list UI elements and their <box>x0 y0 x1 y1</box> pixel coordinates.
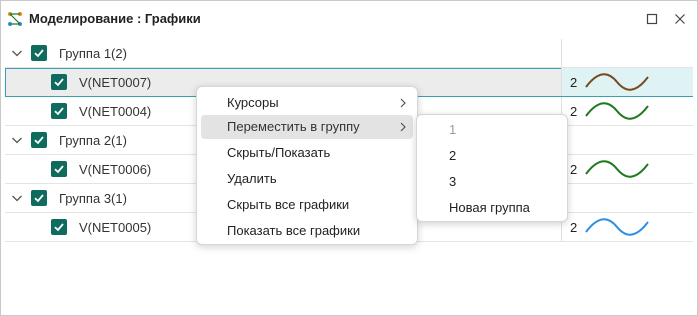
submenu-item-label: 3 <box>449 174 457 189</box>
waveform-line <box>585 218 649 236</box>
waveform-line <box>585 73 649 91</box>
graph-thumbnail[interactable]: 2 <box>562 213 693 241</box>
graph-number: 2 <box>570 104 578 119</box>
menu-item-delete[interactable]: Удалить <box>201 167 413 191</box>
submenu-item-label: 2 <box>449 148 457 163</box>
submenu-item-group-2[interactable]: 2 <box>421 144 563 168</box>
chevron-down-icon[interactable] <box>11 47 23 59</box>
graph-number: 2 <box>570 162 578 177</box>
signal-checkbox[interactable] <box>51 74 67 90</box>
group-label: Группа 3(1) <box>59 191 127 206</box>
submenu-item-group-1: 1 <box>421 118 563 142</box>
column-divider <box>561 39 562 67</box>
menu-item-label: Курсоры <box>227 95 279 110</box>
menu-item-show-all[interactable]: Показать все графики <box>201 219 413 243</box>
signal-label: V(NET0007) <box>79 75 152 90</box>
graph-number: 2 <box>570 220 578 235</box>
chevron-down-icon[interactable] <box>11 134 23 146</box>
group-checkbox[interactable] <box>31 132 47 148</box>
close-icon[interactable] <box>671 10 689 28</box>
menu-item-hide-all[interactable]: Скрыть все графики <box>201 193 413 217</box>
submenu-item-new-group[interactable]: Новая группа <box>421 196 563 220</box>
menu-item-move-to-group[interactable]: Переместить в группу <box>201 115 413 139</box>
submenu-item-group-3[interactable]: 3 <box>421 170 563 194</box>
menu-item-label: Скрыть/Показать <box>227 145 331 160</box>
chevron-right-icon <box>400 122 406 132</box>
signal-label: V(NET0004) <box>79 104 152 119</box>
group-submenu: 1 2 3 Новая группа <box>416 114 568 222</box>
window-title: Моделирование : Графики <box>29 11 201 26</box>
waveform-thumbnail <box>585 160 649 178</box>
menu-item-hide-show[interactable]: Скрыть/Показать <box>201 141 413 165</box>
group-label: Группа 2(1) <box>59 133 127 148</box>
context-menu: Курсоры Переместить в группу Скрыть/Пока… <box>196 86 418 245</box>
waveform-line <box>585 160 649 178</box>
menu-item-label: Удалить <box>227 171 277 186</box>
chevron-down-icon[interactable] <box>11 192 23 204</box>
chevron-right-icon <box>400 98 406 108</box>
signal-label: V(NET0005) <box>79 220 152 235</box>
submenu-item-label: Новая группа <box>449 200 530 215</box>
graph-thumbnail[interactable]: 2 <box>562 97 693 125</box>
menu-item-label: Переместить в группу <box>227 119 360 134</box>
menu-item-label: Скрыть все графики <box>227 197 350 212</box>
signal-checkbox[interactable] <box>51 161 67 177</box>
group-label: Группа 1(2) <box>59 46 127 61</box>
waveform-thumbnail <box>585 73 649 91</box>
maximize-icon[interactable] <box>643 10 661 28</box>
tree-group-row[interactable]: Группа 1(2) <box>5 39 693 68</box>
menu-item-cursors[interactable]: Курсоры <box>201 91 413 115</box>
graph-thumbnail[interactable]: 2 <box>562 68 693 96</box>
submenu-item-label: 1 <box>449 122 457 137</box>
signal-checkbox[interactable] <box>51 103 67 119</box>
graph-thumbnail[interactable]: 2 <box>562 155 693 183</box>
group-checkbox[interactable] <box>31 45 47 61</box>
graph-app-icon <box>8 12 22 26</box>
graph-number: 2 <box>570 75 578 90</box>
menu-item-label: Показать все графики <box>227 223 361 238</box>
title-bar: Моделирование : Графики <box>1 1 697 37</box>
waveform-line <box>585 102 649 120</box>
signal-label: V(NET0006) <box>79 162 152 177</box>
waveform-thumbnail <box>585 102 649 120</box>
signal-checkbox[interactable] <box>51 219 67 235</box>
waveform-thumbnail <box>585 218 649 236</box>
group-checkbox[interactable] <box>31 190 47 206</box>
